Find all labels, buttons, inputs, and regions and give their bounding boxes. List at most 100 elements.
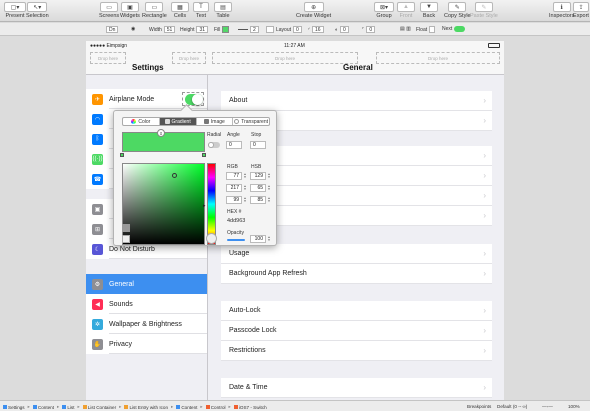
width-field[interactable]: Width 51 [149, 26, 176, 33]
table-tool[interactable]: ▤ Table [214, 2, 232, 19]
green-input[interactable]: 217 [226, 184, 242, 192]
fill-control[interactable]: Fill [214, 26, 230, 33]
hex-input[interactable]: 4dd963 [227, 218, 245, 224]
fill-swatch[interactable] [222, 26, 230, 33]
zoom-slider[interactable]: —◦— [542, 404, 553, 409]
breadcrumb-item[interactable]: Content [176, 404, 197, 410]
corner-value[interactable]: 0 [366, 26, 376, 33]
breadcrumb-item[interactable]: Content [32, 404, 54, 410]
hue-input[interactable]: 129 [250, 172, 266, 180]
create-widget-tool[interactable]: ⊕ Create Widget [296, 2, 331, 19]
group-tool[interactable]: ⊠▾ Group [374, 2, 394, 19]
green-stepper[interactable]: ▴ ▾ [243, 184, 247, 192]
screens-tool[interactable]: ▭ Screens [99, 2, 119, 19]
rectangle-tool[interactable]: ▭ Rectangle [142, 2, 167, 19]
height-field[interactable]: Height 31 [180, 26, 209, 33]
red-input[interactable]: 77 [226, 172, 242, 180]
master-row-sounds[interactable]: ◀ Sounds [86, 294, 207, 314]
breadcrumb-item[interactable]: List Entry with Icon [124, 404, 168, 410]
breadcrumb-item[interactable]: Control [205, 404, 226, 410]
saturation-stepper[interactable]: ▴ ▾ [267, 184, 271, 192]
opacity-control[interactable]: ◐ 0 [335, 26, 349, 33]
opacity-knob-icon[interactable] [206, 233, 217, 244]
opacity-stepper[interactable]: ▴ ▾ [267, 235, 271, 243]
detail-row-auto-lock[interactable]: Auto-Lock › [221, 301, 492, 321]
drop-zone-detail-left[interactable]: Drop here [212, 52, 358, 64]
inspectors-tool[interactable]: ℹ Inspectors [549, 2, 574, 19]
layout-value[interactable]: 0 [293, 26, 302, 33]
opacity-slider[interactable] [227, 239, 245, 241]
float-checkbox[interactable] [429, 26, 436, 33]
blue-input[interactable]: 99 [226, 196, 242, 204]
width-value[interactable]: 51 [163, 26, 176, 33]
recent-color-swatch[interactable] [122, 235, 130, 243]
breadcrumb-item[interactable]: List [62, 404, 74, 410]
breadcrumb-item[interactable]: Settings [3, 404, 25, 410]
opacity-input[interactable]: 100 [250, 235, 266, 243]
cells-tool[interactable]: ▦ Cells [171, 2, 189, 19]
detail-row-date-time[interactable]: Date & Time › [221, 378, 492, 398]
angle-input[interactable]: 0 [226, 141, 242, 149]
detail-row-about[interactable]: About › [221, 91, 492, 111]
widgets-tool[interactable]: ▣ Widgets [120, 2, 140, 19]
tab-gradient[interactable]: Gradient [159, 118, 197, 125]
red-stepper[interactable]: ▴ ▾ [243, 172, 247, 180]
export-tool[interactable]: ⇪ Export [573, 2, 589, 19]
radius-control[interactable]: ◜ 16 [308, 26, 324, 33]
float-control[interactable]: Float [416, 26, 436, 33]
copy-style-tool[interactable]: ✎ Copy Style [444, 2, 471, 19]
selection-tool[interactable]: ↖▾ Selection [26, 2, 49, 19]
tab-image[interactable]: Image [197, 118, 234, 125]
hue-stepper[interactable]: ▴ ▾ [267, 172, 271, 180]
breakpoint-selector[interactable]: Default (0 -- ∞) [497, 404, 527, 409]
layout-control[interactable]: Layout 0 [276, 26, 302, 33]
mode-selector[interactable]: Dn [106, 26, 119, 33]
opacity-value[interactable]: 0 [340, 26, 349, 33]
visibility-icon[interactable]: ◉ [131, 26, 135, 32]
brightness-stepper[interactable]: ▴ ▾ [267, 196, 271, 204]
breadcrumb-item[interactable]: iOS7 - Switch [233, 404, 267, 410]
master-row-privacy[interactable]: ✋ Privacy [86, 334, 207, 354]
stroke-value[interactable]: 2 [250, 26, 259, 33]
detail-row-usage[interactable]: Usage › [221, 244, 492, 264]
tab-transparent[interactable]: Transparent [233, 118, 269, 125]
breadcrumb-item[interactable]: List Container [82, 404, 116, 410]
present-tool[interactable]: ▢▾ Present [4, 2, 26, 19]
drop-zone-detail-right[interactable]: Drop here [376, 52, 500, 64]
tab-color[interactable]: Color [123, 118, 160, 125]
airplane-switch[interactable] [185, 94, 203, 105]
hue-slider-arrow-icon[interactable]: ▸ [203, 203, 206, 209]
blue-stepper[interactable]: ▴ ▾ [243, 196, 247, 204]
back-tool[interactable]: ▼ Back [420, 2, 438, 19]
master-row-wallpaper-brightness[interactable]: ✲ Wallpaper & Brightness [86, 314, 207, 334]
paste-style-tool[interactable]: ✎ Paste Style [470, 2, 498, 19]
saturation-brightness-field[interactable] [122, 163, 205, 245]
align-icons[interactable]: ▤ ▥ [400, 26, 411, 32]
drop-zone-master-right[interactable]: Drop here [172, 52, 206, 64]
detail-row-passcode-lock[interactable]: Passcode Lock › [221, 321, 492, 341]
stroke-control[interactable]: 2 [238, 26, 259, 33]
radius-value[interactable]: 16 [311, 26, 324, 33]
color-picker-cursor[interactable] [172, 173, 177, 178]
next-control[interactable]: Next [442, 26, 466, 32]
detail-row-background-app-refresh[interactable]: Background App Refresh › [221, 264, 492, 284]
corner-control[interactable]: ⌜ 0 [362, 26, 376, 33]
saturation-input[interactable]: 65 [250, 184, 266, 192]
master-row-general[interactable]: ⚙ General [86, 274, 207, 294]
drop-zone-left[interactable]: Drop here [90, 52, 126, 64]
front-tool[interactable]: ▲ Front [397, 2, 415, 19]
next-toggle[interactable] [454, 26, 466, 32]
gradient-stop-left[interactable] [120, 153, 124, 157]
detail-row-restrictions[interactable]: Restrictions › [221, 341, 492, 361]
stroke-swatch[interactable] [266, 26, 274, 33]
design-canvas[interactable]: ●●●●● Eimpsign 11:27 AM Drop here Drop h… [0, 37, 590, 400]
text-tool[interactable]: T Text [193, 2, 209, 19]
gradient-handle-icon[interactable]: ⇕ [157, 129, 165, 137]
stop-input[interactable]: 0 [250, 141, 266, 149]
height-value[interactable]: 31 [196, 26, 209, 33]
zoom-level[interactable]: 100% [568, 404, 580, 409]
radial-toggle[interactable] [208, 142, 220, 148]
eyedropper-icon[interactable] [122, 224, 130, 232]
gradient-stop-right[interactable] [202, 153, 206, 157]
brightness-input[interactable]: 85 [250, 196, 266, 204]
